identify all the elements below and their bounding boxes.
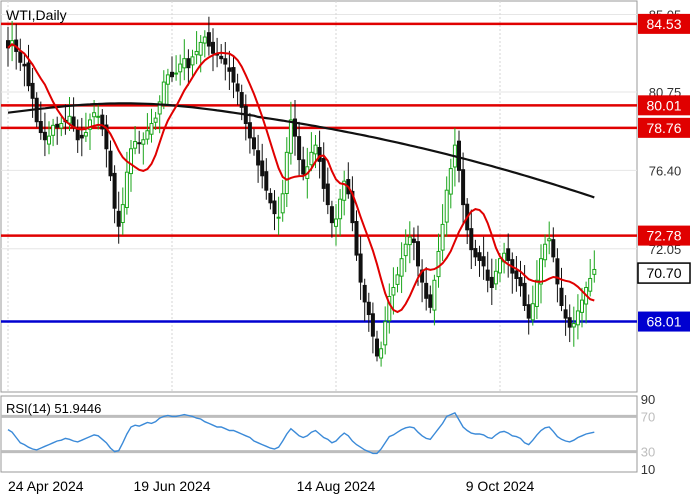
- time-tick-label: 24 Apr 2024: [8, 478, 84, 494]
- rsi-label: RSI(14) 51.9446: [6, 401, 101, 416]
- time-axis: 24 Apr 2024 19 Jun 2024 14 Aug 2024 9 Oct 2…: [8, 478, 534, 494]
- rsi-tick-label: 10: [641, 462, 655, 477]
- rsi-tick-label: 30: [641, 445, 655, 460]
- level-label: 84.53: [646, 16, 681, 32]
- time-tick-label: 14 Aug 2024: [297, 478, 376, 494]
- rsi-tick-label: 70: [641, 409, 655, 424]
- last-price-label: 70.70: [646, 265, 681, 281]
- wti-daily-chart: WTI,Daily 85.0580.7576.4072.05 84.5380.0…: [0, 0, 691, 494]
- price-tick-label: 76.40: [649, 163, 682, 178]
- rsi-panel: RSI(14) 51.9446 90 70 30 10: [0, 392, 655, 477]
- level-label: 78.76: [646, 120, 681, 136]
- level-label: 68.01: [646, 314, 681, 330]
- time-tick-label: 19 Jun 2024: [133, 478, 210, 494]
- level-label: 72.78: [646, 228, 681, 244]
- level-label: 80.01: [646, 97, 681, 113]
- last-price-badge: 70.70: [637, 262, 691, 284]
- rsi-axis: 90 70 30 10: [641, 392, 655, 477]
- chart-title: WTI,Daily: [6, 7, 67, 23]
- time-tick-label: 9 Oct 2024: [466, 478, 535, 494]
- rsi-tick-label: 90: [641, 392, 655, 407]
- price-panel-frame: [0, 0, 638, 393]
